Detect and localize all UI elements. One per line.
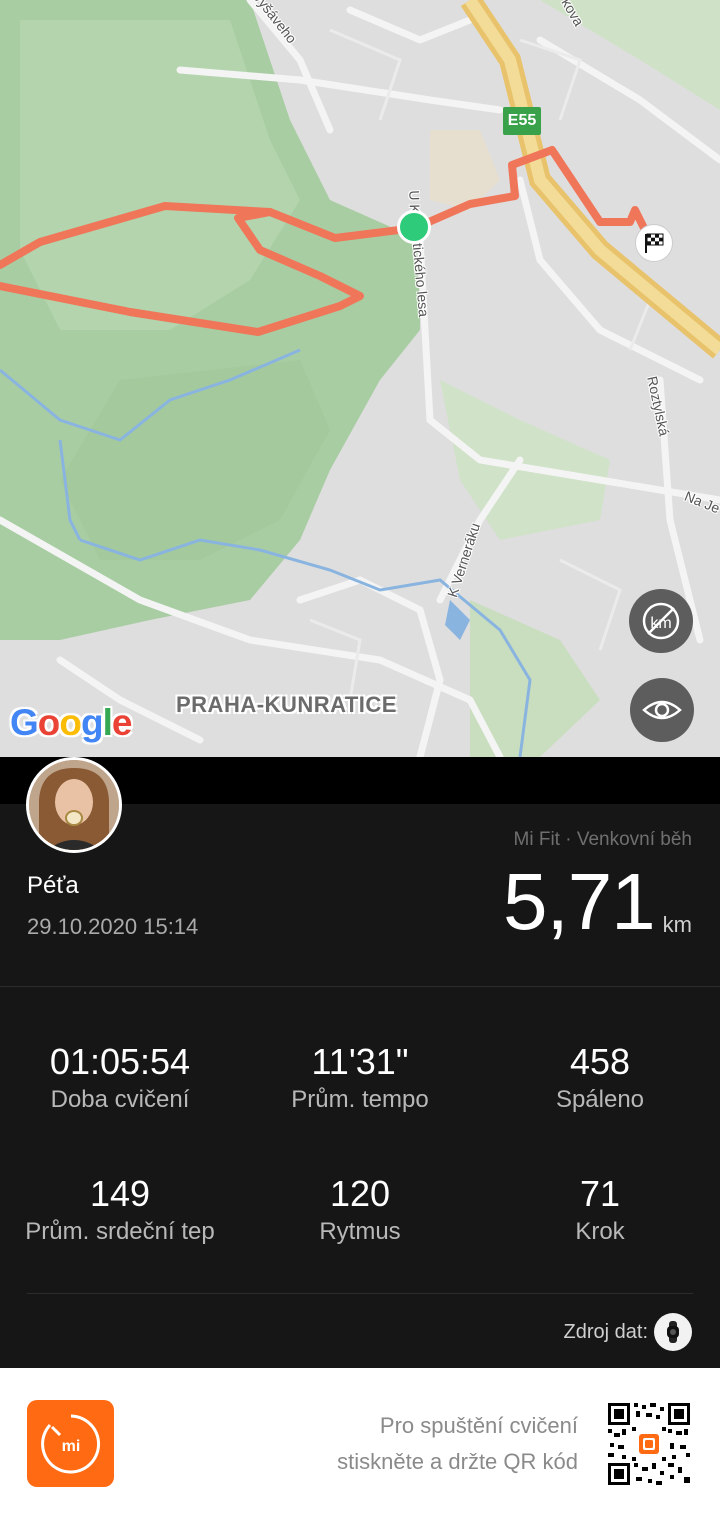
divider xyxy=(0,986,720,987)
distance-unit: km xyxy=(662,912,692,937)
workout-date: 29.10.2020 15:14 xyxy=(27,914,199,939)
stat-value: 11'31" xyxy=(311,1041,409,1082)
distance-display: 5,71 km xyxy=(503,862,692,942)
km-markers-off-icon: km xyxy=(642,602,680,640)
google-logo-letter: o xyxy=(59,702,82,743)
eye-icon xyxy=(642,700,682,720)
data-source: Zdroj dat: xyxy=(564,1313,692,1351)
distance-value: 5,71 xyxy=(502,857,656,946)
workout-source: Mi Fit · Venkovní běh xyxy=(513,829,692,850)
google-logo-letter: G xyxy=(10,702,39,743)
stats-row: 149 Prům. srdeční tep 120 Rytmus 71 Krok xyxy=(0,1174,720,1246)
stat-stride: 71 Krok xyxy=(480,1174,720,1246)
qr-code-icon[interactable] xyxy=(606,1401,692,1487)
stat-label: Rytmus xyxy=(319,1217,401,1245)
divider xyxy=(27,1293,693,1294)
stat-label: Krok xyxy=(575,1217,625,1245)
stat-value: 149 xyxy=(89,1173,151,1214)
stat-cadence: 120 Rytmus xyxy=(240,1174,480,1246)
promo-line: Pro spuštění cvičení xyxy=(379,1413,578,1438)
km-markers-toggle-button[interactable]: km xyxy=(629,589,693,653)
map-canvas xyxy=(0,0,720,757)
google-logo-letter: e xyxy=(111,702,133,743)
stat-value: 01:05:54 xyxy=(49,1041,191,1082)
data-source-label: Zdroj dat: xyxy=(563,1320,648,1343)
visibility-toggle-button[interactable] xyxy=(630,678,694,742)
stat-duration: 01:05:54 Doba cvičení xyxy=(0,1042,240,1114)
watch-device-icon[interactable] xyxy=(654,1313,692,1351)
svg-text:mi: mi xyxy=(61,1438,80,1455)
stat-heart-rate: 149 Prům. srdeční tep xyxy=(0,1174,240,1246)
avatar[interactable] xyxy=(26,757,122,853)
mi-fit-logo: mi xyxy=(27,1400,114,1487)
stat-value: 458 xyxy=(569,1041,631,1082)
user-name: Péťa xyxy=(27,872,79,899)
stats-row: 01:05:54 Doba cvičení 11'31" Prům. tempo… xyxy=(0,1042,720,1114)
google-logo-letter: g xyxy=(81,702,104,743)
stat-label: Spáleno xyxy=(555,1085,645,1113)
qr-instruction: Pro spuštění cvičení stiskněte a držte Q… xyxy=(337,1408,578,1480)
stat-calories: 458 Spáleno xyxy=(480,1042,720,1114)
stat-label: Doba cvičení xyxy=(50,1085,190,1113)
stat-value: 71 xyxy=(579,1173,621,1214)
stat-value: 120 xyxy=(329,1173,391,1214)
google-logo-letter: l xyxy=(102,702,113,743)
google-logo-letter: o xyxy=(37,702,61,743)
share-footer: mi Pro spuštění cvičení stiskněte a držt… xyxy=(0,1372,720,1516)
promo-line: stiskněte a držte QR kód xyxy=(337,1449,578,1474)
route-map[interactable]: vyšáveho kova U K tického lesa Roztylská… xyxy=(0,0,720,757)
highway-shield: E55 xyxy=(503,107,541,135)
stat-pace: 11'31" Prům. tempo xyxy=(240,1042,480,1114)
place-label: PRAHA-KUNRATICE xyxy=(176,692,397,717)
stat-label: Prům. srdeční tep xyxy=(25,1217,215,1245)
checkered-flag-icon xyxy=(635,224,673,262)
start-marker xyxy=(397,210,431,244)
google-logo: Google xyxy=(10,702,133,744)
stat-label: Prům. tempo xyxy=(291,1085,429,1113)
